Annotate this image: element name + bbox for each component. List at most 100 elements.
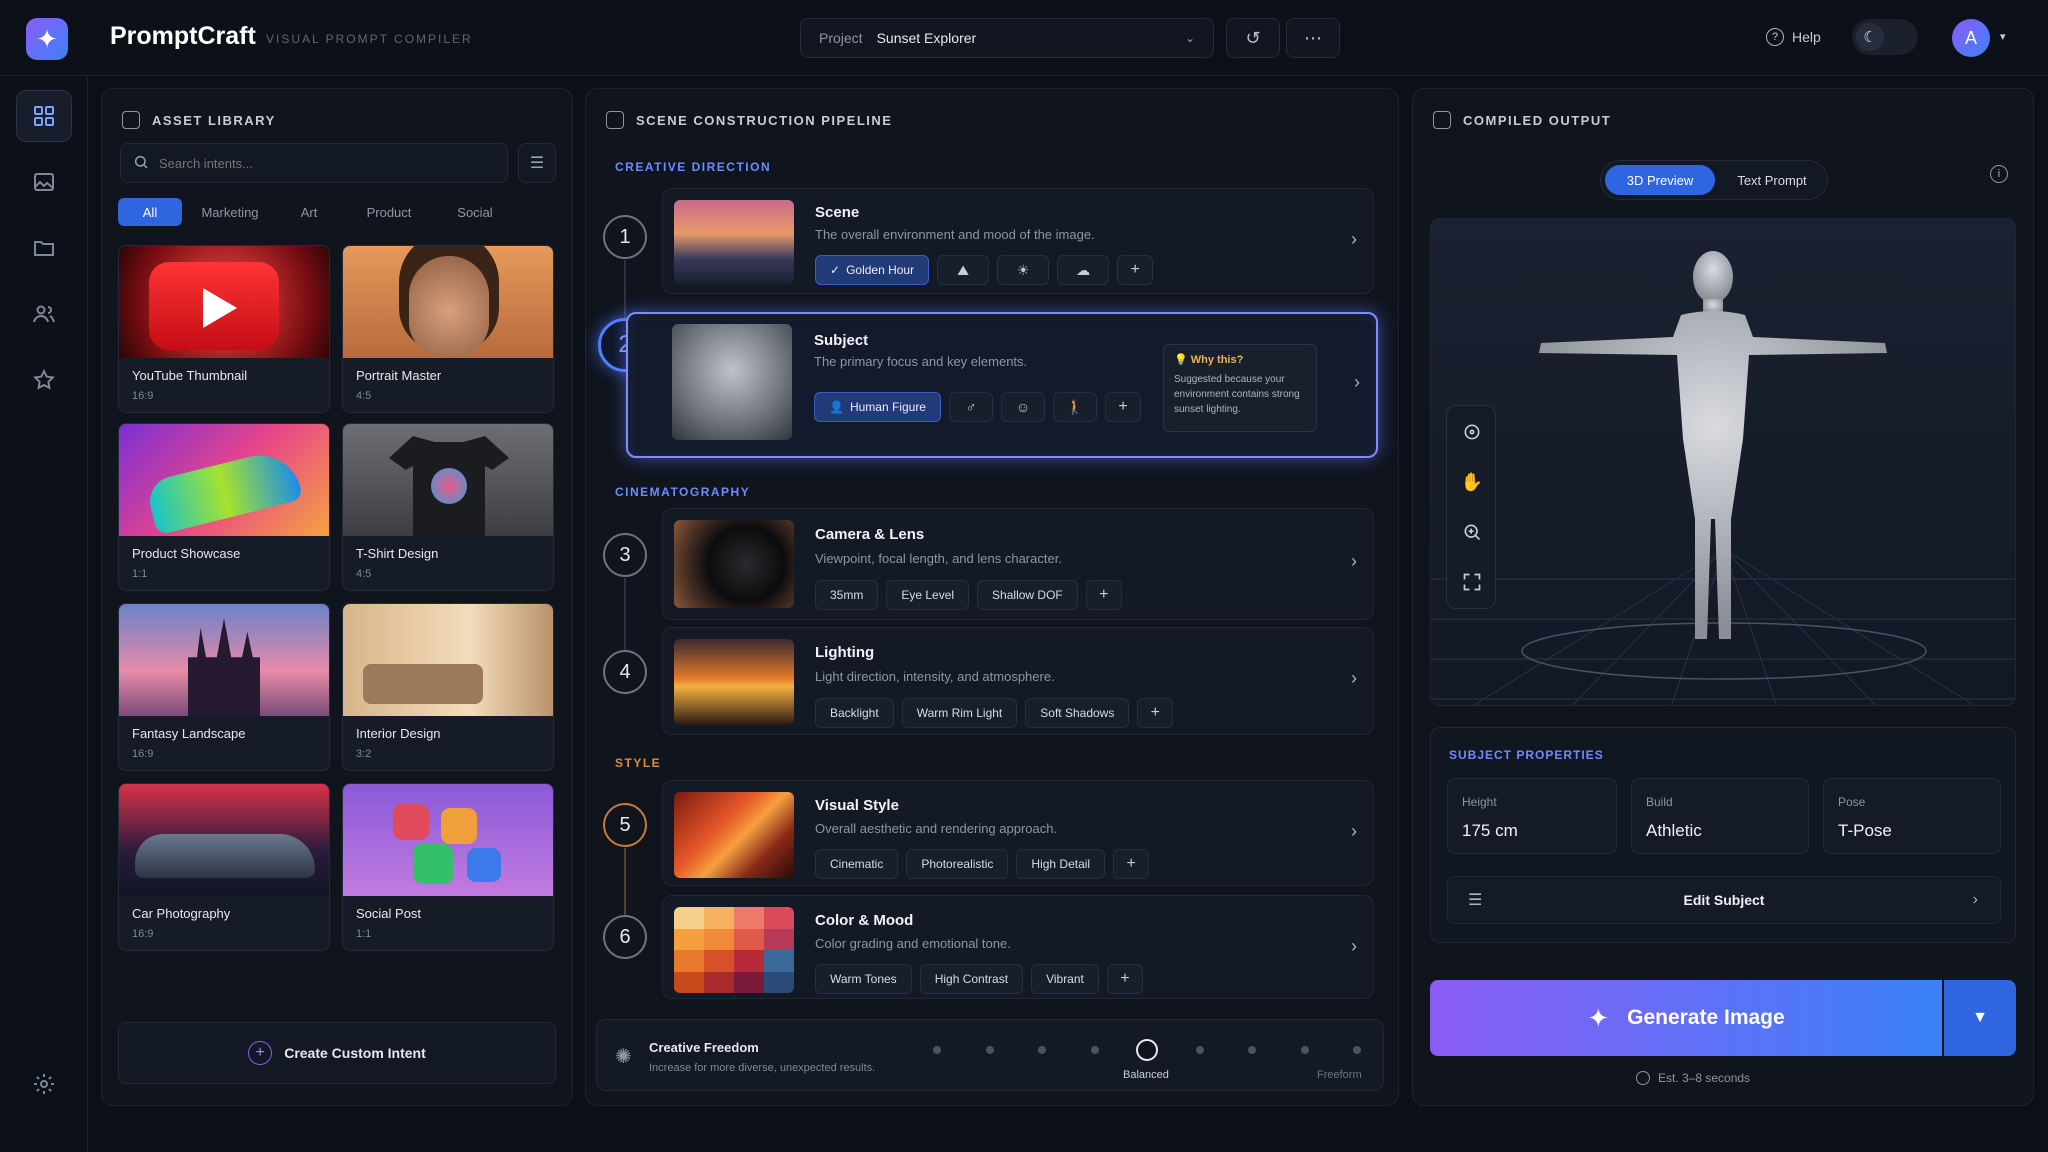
slider-step-dot[interactable] [1353,1046,1361,1054]
chevron-right-icon[interactable]: › [1354,372,1360,393]
slider-step-dot[interactable] [1038,1046,1046,1054]
filter-chip-marketing[interactable]: Marketing [190,198,270,226]
info-icon[interactable]: i [1990,165,2008,183]
edit-subject-button[interactable]: ☰ Edit Subject › [1447,876,2001,924]
caret-down-icon[interactable]: ▾ [2000,30,2006,43]
cloud-icon[interactable]: ☁ [1057,255,1110,285]
users-icon[interactable] [16,288,72,340]
tag-human-figure[interactable]: 👤 Human Figure [814,392,941,422]
search-box[interactable] [120,143,508,183]
step-card-color-mood[interactable]: Color & Mood Color grading and emotional… [662,895,1374,999]
tag-high-detail[interactable]: High Detail [1016,849,1106,879]
settings-icon[interactable] [16,1058,72,1110]
tag-soft-shadows[interactable]: Soft Shadows [1025,698,1130,728]
tag-warm-rim-light[interactable]: Warm Rim Light [901,698,1018,728]
search-input[interactable] [159,155,459,171]
intent-card[interactable]: Car Photography 16:9 [118,783,330,951]
freedom-slider[interactable] [933,1020,1361,1092]
tab-text-prompt[interactable]: Text Prompt [1719,165,1825,195]
add-tag-button[interactable]: + [1137,698,1174,728]
step-description: Overall aesthetic and rendering approach… [815,821,1058,836]
slider-step-dot[interactable] [1195,1046,1204,1054]
intent-card[interactable]: Interior Design 3:2 [342,603,554,771]
create-custom-intent-button[interactable]: + Create Custom Intent [118,1022,556,1084]
filter-chip-product[interactable]: Product [354,198,424,226]
step-card-camera[interactable]: Camera & Lens Viewpoint, focal length, a… [662,508,1374,620]
fullscreen-icon[interactable] [1456,566,1488,598]
filter-button[interactable]: ☰ [518,143,556,183]
tag-backlight[interactable]: Backlight [815,698,894,728]
slider-step-dot[interactable] [985,1046,994,1054]
intent-card[interactable]: Social Post 1:1 [342,783,554,951]
intent-card[interactable]: YouTube Thumbnail 16:9 [118,245,330,413]
chevron-right-icon[interactable]: › [1351,229,1357,250]
image-icon[interactable] [16,156,72,208]
chevron-right-icon[interactable]: › [1351,668,1357,689]
chevron-right-icon[interactable]: › [1351,936,1357,957]
youtube-thumbnail-image [119,246,329,358]
slider-knob[interactable] [1136,1039,1158,1061]
folder-icon[interactable] [16,222,72,274]
chevron-right-icon[interactable]: › [1351,821,1357,842]
play-icon [203,288,237,328]
tag-cinematic[interactable]: Cinematic [815,849,899,879]
prop-height[interactable]: Height 175 cm [1447,778,1617,854]
filter-chip-all[interactable]: All [118,198,182,226]
more-button[interactable]: ⋯ [1286,18,1340,58]
tag-vibrant[interactable]: Vibrant [1031,964,1099,994]
project-selector[interactable]: Project Sunset Explorer ⌄ [800,18,1214,58]
intent-card[interactable]: Fantasy Landscape 16:9 [118,603,330,771]
add-tag-button[interactable]: + [1104,392,1141,422]
add-tag-button[interactable]: + [1106,964,1143,994]
slider-step-dot[interactable] [1090,1046,1099,1054]
tag-photorealistic[interactable]: Photorealistic [906,849,1009,879]
step-card-scene[interactable]: Scene The overall environment and mood o… [662,188,1374,294]
pose-icon[interactable]: 🚶 [1052,392,1097,422]
orbit-icon[interactable] [1456,416,1488,448]
tag-warm-tones[interactable]: Warm Tones [815,964,912,994]
slider-step-dot[interactable] [1248,1046,1256,1054]
slider-step-dot[interactable] [1300,1046,1309,1054]
face-icon[interactable]: ☺ [1000,392,1045,422]
tag-eye-level[interactable]: Eye Level [886,580,970,610]
tag-golden-hour[interactable]: ✓ Golden Hour [815,255,930,285]
sun-icon[interactable]: ☀ [997,255,1050,285]
grid-icon[interactable] [16,90,72,142]
intent-card[interactable]: Product Showcase 1:1 [118,423,330,591]
step-card-lighting[interactable]: Lighting Light direction, intensity, and… [662,627,1374,735]
step-card-visual-style[interactable]: Visual Style Overall aesthetic and rende… [662,780,1374,886]
step-number: 5 [603,803,647,847]
portrait-image [343,246,553,358]
3d-preview-viewport[interactable] [1430,218,2016,706]
filter-chip-art[interactable]: Art [286,198,332,226]
mountain-icon[interactable]: ⛰ [937,255,990,285]
intent-card[interactable]: Portrait Master 4:5 [342,245,554,413]
app-logo[interactable]: ✦ [26,18,68,60]
chevron-right-icon[interactable]: › [1351,551,1357,572]
add-tag-button[interactable]: + [1117,255,1154,285]
tag-high-contrast[interactable]: High Contrast [919,964,1024,994]
avatar[interactable]: A [1952,19,1990,57]
prop-build[interactable]: Build Athletic [1631,778,1809,854]
generate-image-button[interactable]: ✦ Generate Image [1430,980,1942,1056]
add-tag-button[interactable]: + [1113,849,1150,879]
theme-toggle[interactable]: ☾ [1852,19,1918,55]
history-button[interactable]: ↺ [1226,18,1280,58]
generate-options-dropdown[interactable]: ▼ [1944,980,2016,1056]
pan-hand-icon[interactable]: ✋ [1456,466,1488,498]
slider-step-dot[interactable] [933,1046,941,1054]
prop-pose[interactable]: Pose T-Pose [1823,778,2001,854]
intent-card[interactable]: T-Shirt Design 4:5 [342,423,554,591]
male-icon[interactable]: ♂ [948,392,993,422]
tag-35mm[interactable]: 35mm [815,580,879,610]
creative-freedom-control: ✺ Creative Freedom Increase for more div… [596,1019,1384,1091]
section-creative-direction: CREATIVE DIRECTION [615,160,772,174]
tag-shallow-dof[interactable]: Shallow DOF [977,580,1078,610]
add-tag-button[interactable]: + [1085,580,1122,610]
tab-3d-preview[interactable]: 3D Preview [1605,165,1715,195]
star-icon[interactable] [16,354,72,406]
filter-chip-social[interactable]: Social [446,198,504,226]
help-button[interactable]: ? Help [1766,28,1821,46]
zoom-icon[interactable] [1456,516,1488,548]
generation-estimate: Est. 3–8 seconds [1636,1071,1750,1085]
